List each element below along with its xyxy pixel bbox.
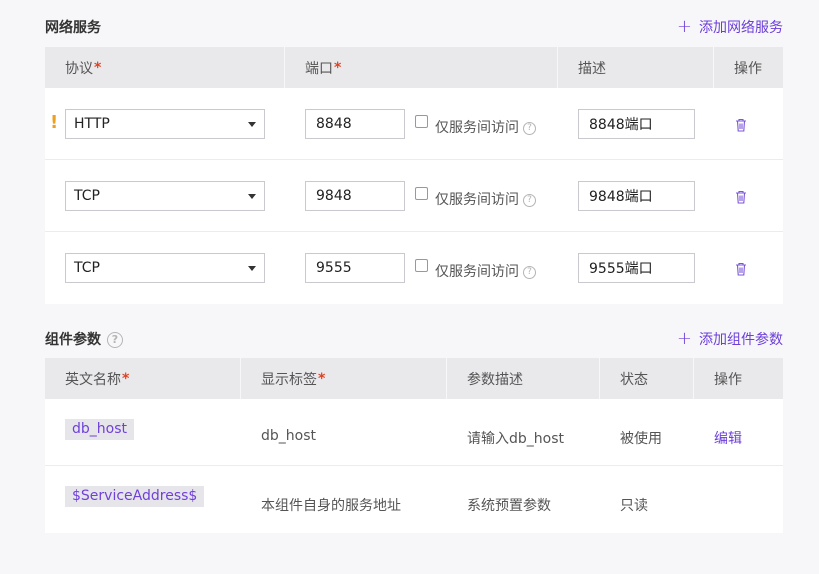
trash-icon[interactable]: [735, 118, 747, 132]
internal-only-label: 仅服务间访问?: [435, 189, 536, 209]
plus-icon: +: [676, 328, 692, 349]
header-desc: 参数描述: [447, 358, 600, 399]
help-icon[interactable]: ?: [523, 121, 536, 135]
plus-icon: +: [676, 16, 692, 37]
param-status: 被使用: [620, 431, 662, 447]
internal-only-checkbox[interactable]: [415, 187, 428, 200]
protocol-select[interactable]: TCP: [65, 181, 265, 211]
internal-only-checkbox[interactable]: [415, 115, 428, 128]
header-desc: 描述: [558, 47, 714, 88]
protocol-select[interactable]: HTTP: [65, 109, 265, 139]
header-port: 端口 *: [285, 47, 558, 88]
port-input[interactable]: 9848: [305, 181, 405, 211]
help-icon[interactable]: ?: [107, 332, 123, 348]
param-name-tag: $ServiceAddress$: [65, 486, 205, 507]
header-name: 英文名称 *: [45, 358, 241, 399]
table-row: TCP 9848 仅服务间访问? 9848端口: [45, 160, 783, 232]
internal-only-checkbox[interactable]: [415, 259, 428, 272]
network-section-title: 网络服务: [45, 20, 101, 36]
params-section-title: 组件参数?: [45, 329, 123, 349]
param-name-tag: db_host: [65, 419, 134, 440]
param-desc: 系统预置参数: [467, 498, 551, 514]
table-row: TCP 9555 仅服务间访问? 9555端口: [45, 232, 783, 304]
header-protocol: 协议 *: [45, 47, 285, 88]
edit-button[interactable]: 编辑: [714, 428, 742, 448]
warning-icon: !: [50, 112, 59, 133]
table-row: ! HTTP 8848 仅服务间访问? 8848端口: [45, 88, 783, 160]
chevron-down-icon: [248, 122, 256, 127]
table-row: $ServiceAddress$ 本组件自身的服务地址 系统预置参数 只读: [45, 466, 783, 533]
param-label: 本组件自身的服务地址: [261, 498, 401, 514]
desc-input[interactable]: 9555端口: [578, 253, 695, 283]
desc-input[interactable]: 9848端口: [578, 181, 695, 211]
table-row: db_host db_host 请输入db_host 被使用 编辑: [45, 399, 783, 466]
trash-icon[interactable]: [735, 190, 747, 204]
chevron-down-icon: [248, 266, 256, 271]
header-action: 操作: [714, 371, 742, 388]
add-network-service-label: 添加网络服务: [699, 20, 783, 36]
desc-input[interactable]: 8848端口: [578, 109, 695, 139]
param-label: db_host: [261, 428, 316, 444]
header-status: 状态: [600, 358, 694, 399]
add-component-param-label: 添加组件参数: [699, 332, 783, 348]
internal-only-label: 仅服务间访问?: [435, 261, 536, 281]
header-action: 操作: [734, 60, 762, 77]
protocol-select[interactable]: TCP: [65, 253, 265, 283]
help-icon[interactable]: ?: [523, 193, 536, 207]
params-table-header: 英文名称 * 显示标签 * 参数描述 状态 操作: [45, 358, 783, 399]
help-icon[interactable]: ?: [523, 265, 536, 279]
port-input[interactable]: 8848: [305, 109, 405, 139]
params-table: 英文名称 * 显示标签 * 参数描述 状态 操作 db_host db_host 请…: [45, 358, 783, 533]
param-status: 只读: [620, 498, 648, 514]
network-table-header: 协议 * 端口 * 描述 操作: [45, 47, 783, 88]
header-label: 显示标签 *: [241, 358, 447, 399]
param-desc: 请输入db_host: [467, 431, 564, 447]
port-input[interactable]: 9555: [305, 253, 405, 283]
network-table: 协议 * 端口 * 描述 操作 ! HTTP 8848 仅服务间访问? 8848端口…: [45, 47, 783, 304]
trash-icon[interactable]: [735, 262, 747, 276]
internal-only-label: 仅服务间访问?: [435, 117, 536, 137]
chevron-down-icon: [248, 194, 256, 199]
add-component-param-button[interactable]: + 添加组件参数: [677, 329, 783, 349]
add-network-service-button[interactable]: + 添加网络服务: [677, 17, 783, 37]
